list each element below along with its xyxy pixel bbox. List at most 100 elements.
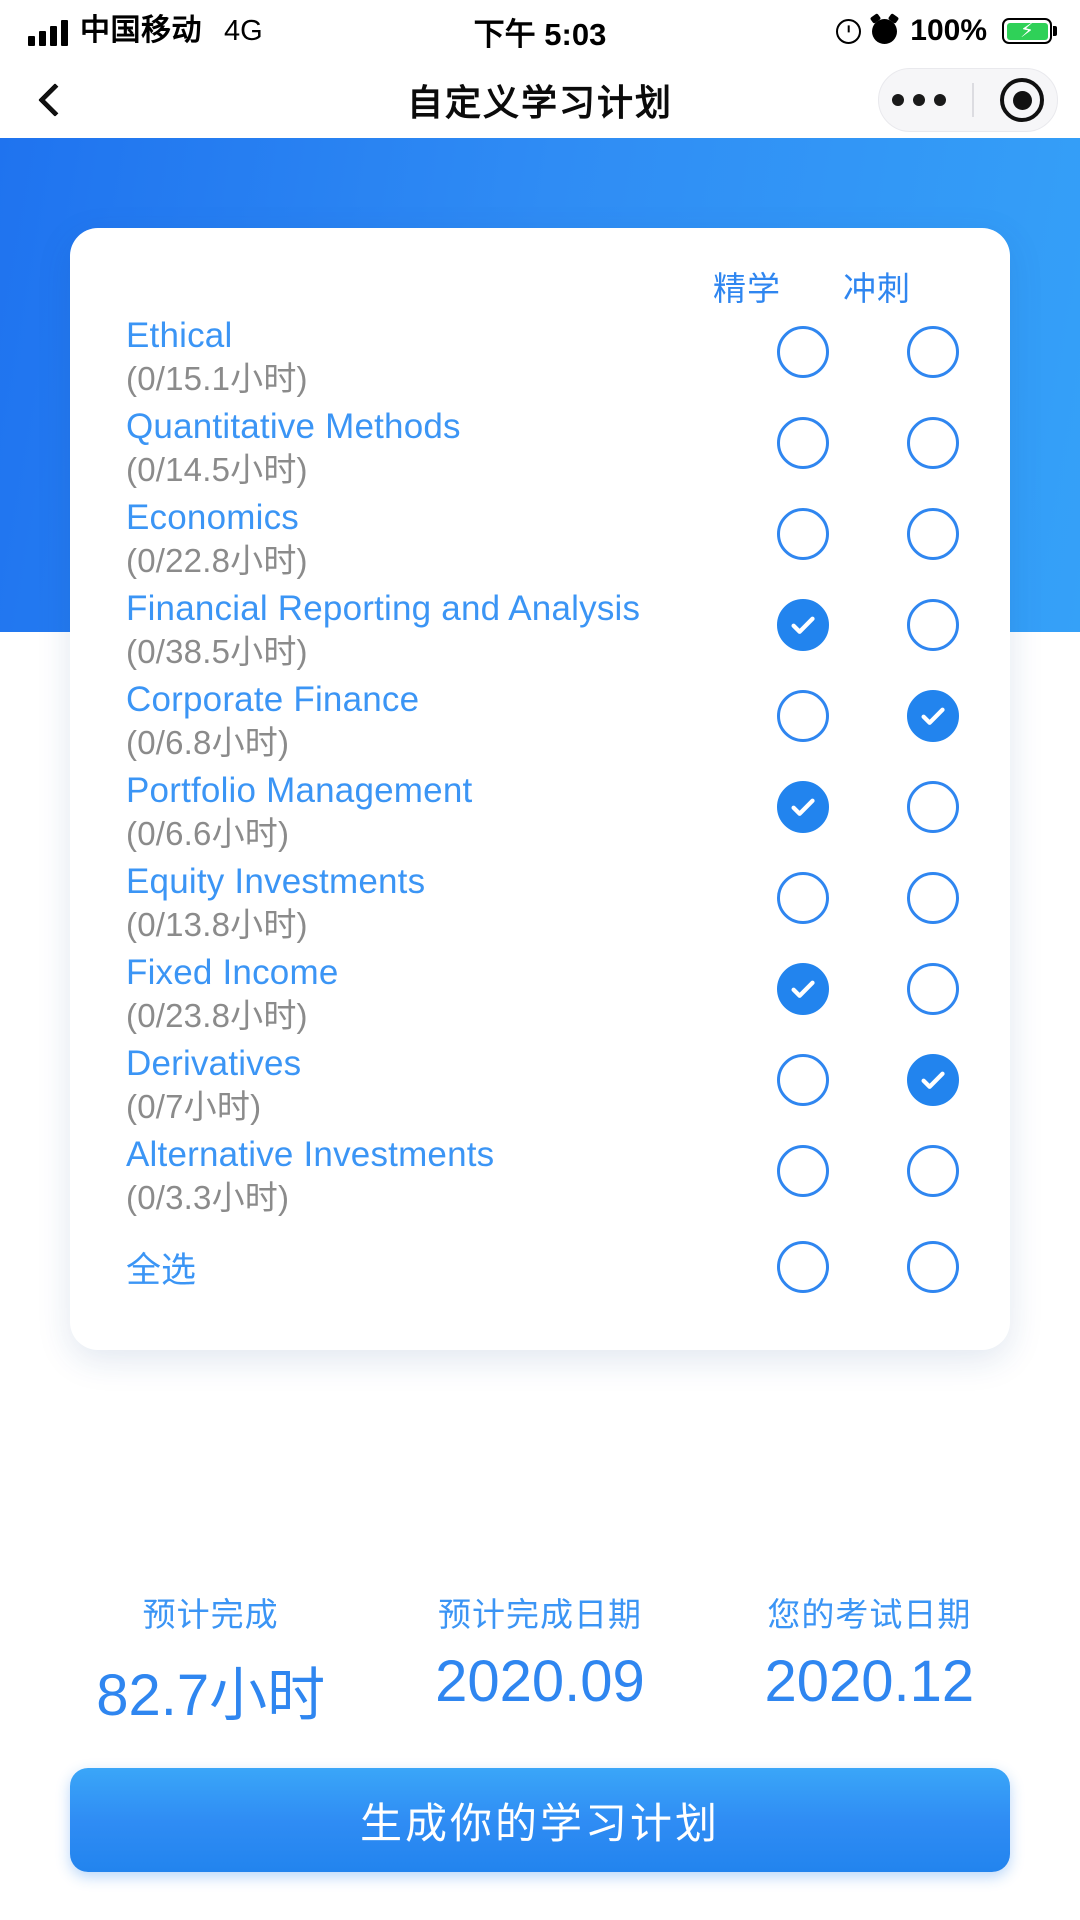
cell-jingxue — [738, 1241, 868, 1293]
capsule-divider — [972, 83, 974, 117]
checkbox-chongci[interactable] — [907, 508, 959, 560]
checkbox-jingxue[interactable] — [777, 690, 829, 742]
table-row: Corporate Finance (0/6.8小时) — [126, 678, 1010, 769]
select-all-row: 全选 — [126, 1224, 1010, 1310]
select-all-checkboxes — [738, 1241, 1010, 1293]
checkbox-jingxue[interactable] — [777, 417, 829, 469]
nav-bar: 自定义学习计划 — [0, 62, 1080, 138]
row-checkboxes — [738, 951, 1010, 1015]
subject-hours: (0/15.1小时) — [126, 359, 308, 397]
stat-estimated-hours: 预计完成 82.7小时 — [46, 1588, 375, 1732]
checkbox-chongci[interactable] — [907, 1054, 959, 1106]
cell-jingxue — [738, 1133, 868, 1197]
stat-label: 预计完成 — [142, 1596, 279, 1633]
checkbox-jingxue[interactable] — [777, 872, 829, 924]
cell-chongci — [868, 769, 998, 833]
checkbox-jingxue[interactable] — [777, 963, 829, 1015]
subject-name: Financial Reporting and Analysis — [126, 589, 641, 628]
checkbox-jingxue[interactable] — [777, 508, 829, 560]
subject-hours: (0/13.8小时) — [126, 905, 308, 943]
cell-jingxue — [738, 314, 868, 378]
status-bar: 中国移动 4G 下午 5:03 100% ⚡ — [0, 0, 1080, 62]
cell-chongci — [868, 587, 998, 651]
checkbox-chongci[interactable] — [907, 599, 959, 651]
alarm-icon — [872, 18, 898, 44]
cell-jingxue — [738, 678, 868, 742]
summary-stats: 预计完成 82.7小时 预计完成日期 2020.09 您的考试日期 2020.1… — [0, 1588, 1080, 1732]
subject-hours: (0/23.8小时) — [126, 996, 308, 1034]
select-all-checkbox-jingxue[interactable] — [777, 1241, 829, 1293]
subject-text-block: Portfolio Management (0/6.6小时) — [126, 769, 738, 854]
subject-text-block: Fixed Income (0/23.8小时) — [126, 951, 738, 1036]
row-checkboxes — [738, 587, 1010, 651]
table-row: Fixed Income (0/23.8小时) — [126, 951, 1010, 1042]
subject-selection-card: 精学 冲刺 Ethical (0/15.1小时) Quantitative Me… — [70, 228, 1010, 1350]
battery-charging-icon: ⚡ — [1002, 18, 1052, 44]
subject-hours: (0/22.8小时) — [126, 541, 308, 579]
cell-chongci — [868, 496, 998, 560]
cell-chongci — [868, 678, 998, 742]
cell-chongci — [868, 405, 998, 469]
checkbox-chongci[interactable] — [907, 872, 959, 924]
checkbox-jingxue[interactable] — [777, 599, 829, 651]
cell-jingxue — [738, 587, 868, 651]
table-row: Quantitative Methods (0/14.5小时) — [126, 405, 1010, 496]
status-bar-right: 100% ⚡ — [836, 14, 1052, 48]
target-circle-icon[interactable] — [1000, 78, 1044, 122]
checkbox-jingxue[interactable] — [777, 781, 829, 833]
row-checkboxes — [738, 769, 1010, 833]
subject-text-block: Ethical (0/15.1小时) — [126, 314, 738, 399]
clock-label: 下午 5:03 — [473, 16, 607, 52]
subject-name: Ethical — [126, 316, 233, 355]
status-bar-left: 中国移动 4G — [28, 16, 263, 46]
mini-program-capsule — [878, 68, 1058, 132]
cell-jingxue — [738, 496, 868, 560]
stat-label: 您的考试日期 — [767, 1596, 972, 1633]
stat-label: 预计完成日期 — [437, 1596, 642, 1633]
generate-study-plan-button[interactable]: 生成你的学习计划 — [70, 1768, 1010, 1872]
subject-text-block: Derivatives (0/7小时) — [126, 1042, 738, 1127]
subject-text-block: Quantitative Methods (0/14.5小时) — [126, 405, 738, 490]
table-row: Derivatives (0/7小时) — [126, 1042, 1010, 1133]
subject-hours: (0/3.3小时) — [126, 1178, 290, 1216]
cell-chongci — [868, 1042, 998, 1106]
checkbox-jingxue[interactable] — [777, 1145, 829, 1197]
checkbox-chongci[interactable] — [907, 690, 959, 742]
cell-jingxue — [738, 405, 868, 469]
table-row: Equity Investments (0/13.8小时) — [126, 860, 1010, 951]
column-header-jingxue: 精学 — [713, 270, 781, 307]
select-all-label[interactable]: 全选 — [126, 1242, 738, 1293]
more-dots-icon[interactable] — [892, 94, 946, 106]
column-headers: 精学 冲刺 — [70, 262, 1010, 310]
row-checkboxes — [738, 1042, 1010, 1106]
table-row: Financial Reporting and Analysis (0/38.5… — [126, 587, 1010, 678]
checkbox-chongci[interactable] — [907, 326, 959, 378]
signal-bars-icon — [28, 20, 68, 46]
network-type-label: 4G — [224, 15, 263, 47]
checkbox-chongci[interactable] — [907, 1145, 959, 1197]
subject-name: Fixed Income — [126, 953, 339, 992]
stat-value: 2020.09 — [435, 1649, 645, 1714]
checkbox-chongci[interactable] — [907, 781, 959, 833]
checkbox-chongci[interactable] — [907, 417, 959, 469]
subject-text-block: Equity Investments (0/13.8小时) — [126, 860, 738, 945]
subject-hours: (0/14.5小时) — [126, 450, 308, 488]
subject-text-block: Financial Reporting and Analysis (0/38.5… — [126, 587, 738, 672]
cell-jingxue — [738, 860, 868, 924]
subject-rows: Ethical (0/15.1小时) Quantitative Methods … — [70, 314, 1010, 1310]
subject-name: Economics — [126, 498, 299, 537]
cell-chongci — [868, 951, 998, 1015]
table-row: Portfolio Management (0/6.6小时) — [126, 769, 1010, 860]
cell-chongci — [868, 860, 998, 924]
select-all-checkbox-chongci[interactable] — [907, 1241, 959, 1293]
checkbox-chongci[interactable] — [907, 963, 959, 1015]
row-checkboxes — [738, 496, 1010, 560]
subject-name: Portfolio Management — [126, 771, 473, 810]
cell-chongci — [868, 314, 998, 378]
checkbox-jingxue[interactable] — [777, 1054, 829, 1106]
subject-text-block: Corporate Finance (0/6.8小时) — [126, 678, 738, 763]
checkbox-jingxue[interactable] — [777, 326, 829, 378]
stat-exam-date: 您的考试日期 2020.12 — [705, 1588, 1034, 1732]
select-all-text-block: 全选 — [126, 1242, 738, 1293]
subject-hours: (0/6.8小时) — [126, 723, 290, 761]
